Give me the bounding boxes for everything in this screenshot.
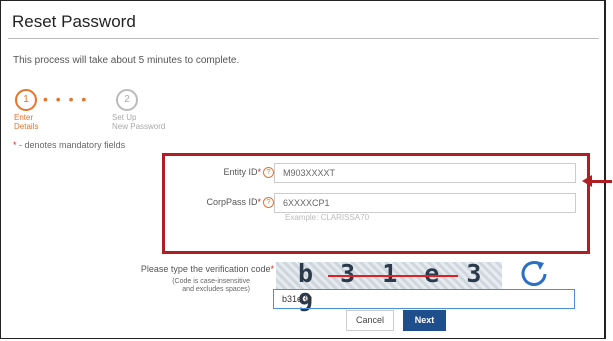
process-info: This process will take about 5 minutes t… — [13, 55, 240, 66]
verification-caption-line1: (Code is case-insensitive — [172, 278, 250, 285]
step-2-label: Set Up New Password — [112, 113, 165, 131]
next-button[interactable]: Next — [403, 310, 446, 331]
step-1-indicator: 1 — [15, 89, 37, 111]
cancel-button[interactable]: Cancel — [346, 310, 394, 331]
page-title: Reset Password — [12, 12, 136, 31]
title-divider — [8, 38, 599, 39]
step-2-indicator: 2 — [116, 89, 138, 111]
step-progress-dots: • • • • — [43, 91, 89, 107]
mandatory-text: - denotes mandatory fields — [16, 140, 126, 150]
verification-code-input[interactable]: b31e39 — [273, 289, 575, 309]
arrow-left-icon — [590, 180, 612, 183]
verification-label-text: Please type the verification code — [140, 264, 271, 274]
highlight-box — [162, 153, 590, 254]
verification-required-star: * — [270, 264, 274, 274]
mandatory-note: * - denotes mandatory fields — [13, 140, 125, 150]
verification-caption-line2: and excludes spaces) — [182, 286, 250, 293]
step-1-label-line1: Enter — [14, 113, 34, 122]
captcha-image: b 3 1 e 3 9 — [276, 259, 502, 317]
refresh-icon[interactable] — [517, 257, 551, 289]
step-2-label-line1: Set Up — [112, 113, 137, 122]
arrow-head — [582, 175, 592, 187]
step-1-label: Enter Details — [14, 113, 38, 131]
step-1-label-line2: Details — [14, 122, 39, 131]
verification-label: Please type the verification code* — [40, 264, 274, 274]
step-2-label-line2: New Password — [112, 122, 166, 131]
captcha-strike — [328, 275, 458, 277]
